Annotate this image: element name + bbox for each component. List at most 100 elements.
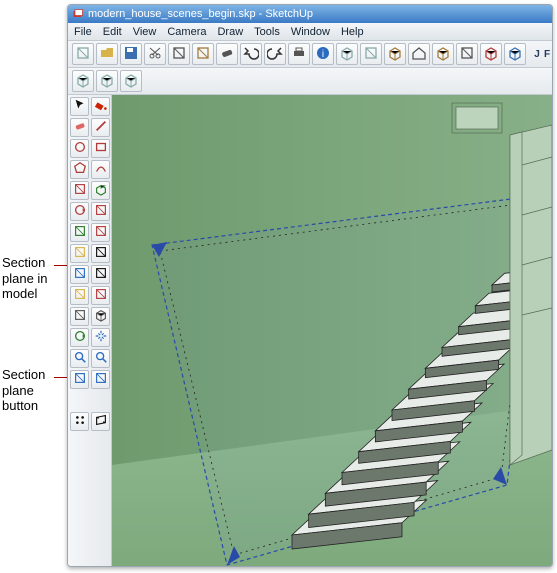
model-info-button[interactable]: i [312,43,334,65]
text-icon [94,245,108,262]
next-button[interactable] [91,370,110,389]
rectangle-icon [94,140,108,157]
orbit-button[interactable] [70,328,89,347]
pencil-button[interactable] [91,118,110,137]
house-button[interactable] [408,43,430,65]
menu-window[interactable]: Window [291,26,330,38]
tape-button[interactable] [70,244,89,263]
box-icon [75,72,91,91]
undo-icon [243,45,259,64]
followme-icon [94,203,108,220]
section-plane-icon [94,413,108,430]
menu-camera[interactable]: Camera [167,26,206,38]
copy-button[interactable] [168,43,190,65]
erase-button[interactable] [216,43,238,65]
pushpull-button[interactable] [91,181,110,200]
package-icon [435,45,451,64]
protractor-button[interactable] [70,286,89,305]
open-button[interactable] [96,43,118,65]
undo-button[interactable] [240,43,262,65]
package-button[interactable] [432,43,454,65]
tape-icon [73,245,87,262]
axes-button[interactable] [70,265,89,284]
menu-view[interactable]: View [133,26,157,38]
shadow-months-slider[interactable]: JFMAMJJASO [532,49,553,60]
person-icon [94,287,108,304]
polygon-button[interactable] [70,160,89,179]
rectangle-button[interactable] [91,139,110,158]
pushpull-icon [94,182,108,199]
toolbar-left [68,95,112,566]
component-button[interactable] [384,43,406,65]
cleanup-button[interactable] [70,307,89,326]
paste-button[interactable] [192,43,214,65]
print-icon [291,45,307,64]
eraser-button[interactable] [70,118,89,137]
application-window: modern_house_scenes_begin.skp - SketchUp… [67,4,553,567]
share-model-icon [507,45,523,64]
pencil-icon [94,119,108,136]
protractor-icon [73,287,87,304]
paint-bucket-icon [94,98,108,115]
arc-button[interactable] [91,160,110,179]
rotate-button[interactable] [70,202,89,221]
dimension-button[interactable] [91,265,110,284]
menu-tools[interactable]: Tools [254,26,280,38]
copy-icon [171,45,187,64]
menu-draw[interactable]: Draw [217,26,243,38]
small-box-button[interactable] [120,70,142,92]
share-model-button[interactable] [504,43,526,65]
sketchup-icon [72,8,84,20]
followme-button[interactable] [91,202,110,221]
menu-file[interactable]: File [74,26,92,38]
pan-button[interactable] [91,328,110,347]
erase-icon [219,45,235,64]
pan-icon [94,329,108,346]
doorway-model [452,103,502,133]
make-component-icon [339,45,355,64]
menu-edit[interactable]: Edit [103,26,122,38]
box-button[interactable] [72,70,94,92]
zoom-extents-button[interactable] [91,349,110,368]
previous-icon [73,371,87,388]
cut-button[interactable] [144,43,166,65]
viewport-3d[interactable] [112,95,552,566]
circle-icon [73,140,87,157]
cut-icon [147,45,163,64]
toolbar-secondary [68,68,552,95]
menubar: File Edit View Camera Draw Tools Window … [68,23,552,41]
context-button[interactable] [456,43,478,65]
previous-button[interactable] [70,370,89,389]
save-icon [123,45,139,64]
sandbox-button[interactable] [91,307,110,326]
offset-button[interactable] [91,223,110,242]
move-button[interactable] [70,181,89,200]
zoom-button[interactable] [70,349,89,368]
section-plane-button[interactable] [91,412,110,431]
paint-bucket-button[interactable] [91,97,110,116]
walk-button[interactable] [70,412,89,431]
toggle-xray-button[interactable] [360,43,382,65]
make-component-button[interactable] [336,43,358,65]
print-button[interactable] [288,43,310,65]
select-button[interactable] [70,97,89,116]
move-icon [73,182,87,199]
nested-box-button[interactable] [96,70,118,92]
person-button[interactable] [91,286,110,305]
open-icon [99,45,115,64]
redo-button[interactable] [264,43,286,65]
month-label: J [532,49,542,60]
redo-icon [267,45,283,64]
get-models-icon [483,45,499,64]
annotation-label: Section plane in model [2,255,48,301]
get-models-button[interactable] [480,43,502,65]
menu-help[interactable]: Help [341,26,364,38]
titlebar[interactable]: modern_house_scenes_begin.skp - SketchUp [68,5,552,23]
toggle-xray-icon [363,45,379,64]
circle-button[interactable] [70,139,89,158]
rotate-icon [73,203,87,220]
text-button[interactable] [91,244,110,263]
scale-button[interactable] [70,223,89,242]
save-button[interactable] [120,43,142,65]
new-button[interactable] [72,43,94,65]
